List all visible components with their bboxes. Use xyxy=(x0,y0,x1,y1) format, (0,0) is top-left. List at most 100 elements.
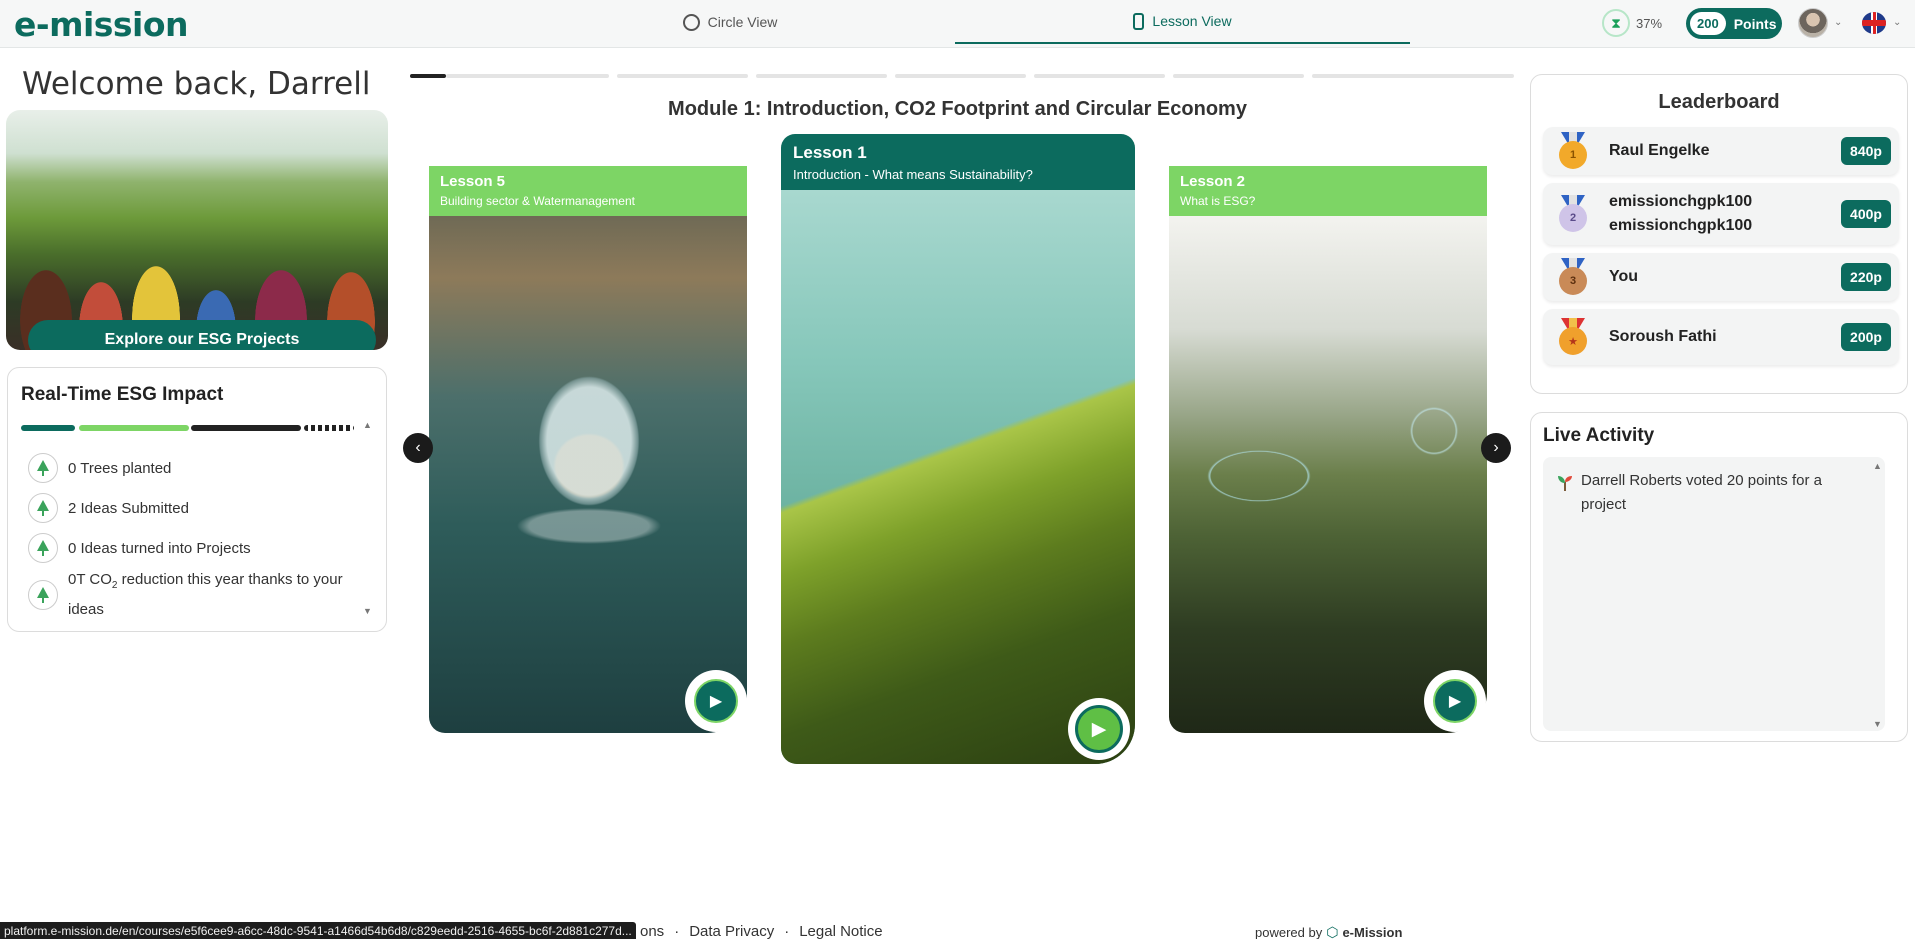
impact-item: 2 Ideas Submitted xyxy=(28,488,358,528)
lesson-subtitle: What is ESG? xyxy=(1180,194,1256,208)
impact-text: 0 Trees planted xyxy=(68,459,172,477)
impact-progress-segment xyxy=(21,425,75,431)
footer-link-legal-notice[interactable]: Legal Notice xyxy=(799,923,882,939)
leaderboard-points: 400p xyxy=(1841,200,1891,228)
logo[interactable]: e-mission xyxy=(14,5,189,44)
welcome-heading: Welcome back, Darrell xyxy=(22,66,371,102)
flag-uk-icon[interactable] xyxy=(1862,12,1886,34)
carousel-prev-button[interactable]: ‹ xyxy=(403,433,433,463)
chevron-down-icon[interactable]: ⌄ xyxy=(1834,17,1842,28)
impact-progress-segment xyxy=(191,425,301,431)
phone-icon xyxy=(1133,12,1145,30)
lesson-title: Lesson 5 xyxy=(440,173,506,190)
points-value: 200 xyxy=(1690,12,1726,35)
module-segment-active[interactable] xyxy=(410,74,446,78)
lesson-image xyxy=(1169,216,1487,733)
progress-percent: 37% xyxy=(1636,15,1663,31)
lesson-card-lesson-1[interactable]: Lesson 1 Introduction - What means Susta… xyxy=(781,134,1135,764)
sprout-icon xyxy=(1557,469,1573,517)
scroll-up-icon[interactable]: ▲ xyxy=(363,420,372,430)
tab-lesson-view[interactable]: Lesson View xyxy=(955,0,1410,44)
esg-impact-card: Real-Time ESG Impact ▲ 0 Trees planted 2… xyxy=(7,367,387,632)
module-segment[interactable] xyxy=(617,74,748,78)
scroll-up-icon[interactable]: ▲ xyxy=(1873,461,1882,471)
module-segment[interactable] xyxy=(756,74,887,78)
footer-link-data-privacy[interactable]: Data Privacy xyxy=(689,923,774,939)
hexagon-icon: ⬡ xyxy=(1326,924,1339,939)
play-button-wrap: ▶ xyxy=(685,670,747,732)
impact-item: 0 Ideas turned into Projects xyxy=(28,528,358,568)
points-badge[interactable]: 200 Points xyxy=(1686,8,1782,39)
impact-text: 0T CO2 reduction this year thanks to you… xyxy=(68,571,343,618)
module-segment[interactable] xyxy=(1173,74,1304,78)
activity-item: Darrell Roberts voted 20 points for a pr… xyxy=(1557,469,1867,517)
lesson-image xyxy=(781,190,1135,764)
module-segment[interactable] xyxy=(1350,74,1514,78)
leaderboard-row[interactable]: ★ Soroush Fathi 200p xyxy=(1543,309,1899,365)
tab-circle-view[interactable]: Circle View xyxy=(500,0,960,44)
footer-link-conditions[interactable]: ons xyxy=(640,923,664,939)
scroll-down-icon[interactable]: ▼ xyxy=(1873,719,1882,729)
points-label: Points xyxy=(1733,15,1777,32)
view-tabs: Circle View Lesson View xyxy=(500,0,1410,44)
leaderboard-points: 200p xyxy=(1841,323,1891,351)
lesson-title: Lesson 2 xyxy=(1180,173,1246,190)
footer-separator: · xyxy=(674,923,680,939)
tree-icon xyxy=(28,453,58,483)
play-lesson-5-button[interactable]: ▶ xyxy=(694,679,738,723)
lesson-card-lesson-5[interactable]: Lesson 5 Building sector & Watermanageme… xyxy=(429,166,747,733)
impact-title: Real-Time ESG Impact xyxy=(21,384,224,405)
lesson-header: Lesson 2 What is ESG? xyxy=(1169,166,1487,216)
play-lesson-2-button[interactable]: ▶ xyxy=(1433,679,1477,723)
play-lesson-1-button[interactable]: ▶ xyxy=(1075,705,1123,753)
lesson-subtitle: Building sector & Watermanagement xyxy=(440,194,635,208)
module-title: Module 1: Introduction, CO2 Footprint an… xyxy=(668,98,1247,120)
module-segment[interactable] xyxy=(446,74,609,78)
explore-esg-projects-button[interactable]: Explore our ESG Projects xyxy=(28,320,376,350)
leaderboard-row[interactable]: 3 You 220p xyxy=(1543,253,1899,301)
circle-icon xyxy=(682,13,700,31)
carousel-next-button[interactable]: › xyxy=(1481,433,1511,463)
leaderboard-name: You xyxy=(1609,268,1639,285)
chevron-down-icon[interactable]: ⌄ xyxy=(1893,17,1901,28)
module-segment[interactable] xyxy=(895,74,1026,78)
activity-text: Darrell Roberts voted 20 points for a pr… xyxy=(1581,472,1822,513)
medal-icon: 2 xyxy=(1557,195,1589,233)
leaderboard-name: Soroush Fathi xyxy=(1609,328,1717,345)
esg-projects-banner[interactable]: Explore our ESG Projects xyxy=(6,110,388,350)
hourglass-icon: ⧗ xyxy=(1602,9,1630,37)
leaderboard-title: Leaderboard xyxy=(1658,91,1780,113)
impact-progress-segment xyxy=(304,425,354,431)
lesson-card-lesson-2[interactable]: Lesson 2 What is ESG? xyxy=(1169,166,1487,733)
leaderboard-row[interactable]: 2 emissionchgpk100 emissionchgpk100 400p xyxy=(1543,183,1899,245)
tab-label: Circle View xyxy=(707,14,778,30)
lesson-subtitle: Introduction - What means Sustainability… xyxy=(793,167,1033,182)
status-bar-url: platform.e-mission.de/en/courses/e5f6cee… xyxy=(0,922,636,939)
medal-icon: 1 xyxy=(1557,132,1589,170)
lesson-header: Lesson 1 Introduction - What means Susta… xyxy=(781,134,1135,190)
avatar[interactable] xyxy=(1798,8,1828,38)
impact-progress-segment xyxy=(79,425,189,431)
activity-feed[interactable]: Darrell Roberts voted 20 points for a pr… xyxy=(1543,457,1885,731)
tab-label: Lesson View xyxy=(1152,13,1232,29)
impact-text: 0 Ideas turned into Projects xyxy=(68,539,251,557)
course-progress[interactable]: ⧗ 37% xyxy=(1602,9,1663,37)
impact-item: 0 Trees planted xyxy=(28,448,358,488)
module-segment[interactable] xyxy=(1034,74,1165,78)
leaderboard-points: 840p xyxy=(1841,137,1891,165)
impact-item: 0T CO2 reduction this year thanks to you… xyxy=(28,568,358,622)
powered-by[interactable]: powered by ⬡ e-Mission xyxy=(1255,924,1402,939)
play-button-wrap: ▶ xyxy=(1068,698,1130,760)
tree-icon xyxy=(28,493,58,523)
top-bar: e-mission Circle View Lesson View ⧗ 37% … xyxy=(0,0,1915,48)
leaderboard-name: Raul Engelke xyxy=(1609,142,1710,159)
scroll-down-icon[interactable]: ▼ xyxy=(363,606,372,616)
footer-separator: · xyxy=(784,923,790,939)
tree-icon xyxy=(28,580,58,610)
leaderboard-points: 220p xyxy=(1841,263,1891,291)
leaderboard-row[interactable]: 1 Raul Engelke 840p xyxy=(1543,127,1899,175)
live-activity-card: Live Activity Darrell Roberts voted 20 p… xyxy=(1530,412,1908,742)
lesson-image xyxy=(429,216,747,733)
impact-list: 0 Trees planted 2 Ideas Submitted 0 Idea… xyxy=(28,448,358,622)
tree-icon xyxy=(28,533,58,563)
